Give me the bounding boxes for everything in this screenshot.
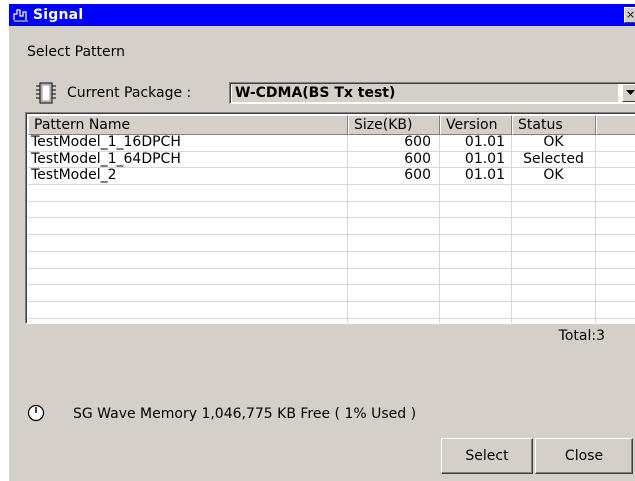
cell-size	[348, 251, 440, 269]
cell-status	[512, 185, 596, 202]
cell-size	[348, 201, 440, 219]
column-header-pattern-name[interactable]: Pattern Name	[28, 115, 348, 135]
column-header-version[interactable]: Version	[440, 115, 512, 135]
cell-pattern-name	[28, 218, 348, 236]
cell-version	[440, 268, 512, 286]
chevron-down-icon	[626, 90, 635, 95]
cell-version: 01.01	[440, 151, 512, 169]
cell-size	[348, 218, 440, 236]
cell-filler	[596, 285, 635, 302]
cell-filler	[596, 319, 635, 323]
package-row: Current Package : W-CDMA(BS Tx test)	[33, 80, 635, 106]
table-row[interactable]: TestModel_1_64DPCH 600 01.01 Selected	[28, 151, 635, 169]
cell-status: OK	[512, 135, 596, 152]
cell-status	[512, 251, 596, 269]
cell-status	[512, 285, 596, 302]
package-chip-icon	[35, 80, 57, 106]
clock-icon	[27, 404, 45, 422]
cell-pattern-name	[28, 185, 348, 202]
cell-version	[440, 318, 512, 323]
window-title: Signal	[33, 7, 84, 23]
current-package-label: Current Package :	[67, 85, 192, 101]
table-row[interactable]	[28, 218, 635, 236]
cell-size	[348, 185, 440, 202]
package-dropdown-value: W-CDMA(BS Tx test)	[232, 84, 618, 102]
cell-filler	[596, 135, 635, 152]
pattern-table[interactable]: Pattern Name Size(KB) Version Status Tes…	[25, 112, 635, 324]
cell-version	[440, 201, 512, 219]
cell-filler	[596, 252, 635, 269]
cell-size	[348, 301, 440, 319]
cell-status	[512, 268, 596, 286]
cell-size: 600	[348, 151, 440, 169]
table-row[interactable]	[28, 285, 635, 302]
cell-filler	[596, 202, 635, 219]
cell-size: 600	[348, 135, 440, 152]
table-row[interactable]	[28, 185, 635, 202]
cell-pattern-name	[28, 318, 348, 323]
cell-version: 01.01	[440, 168, 512, 186]
cell-status: OK	[512, 168, 596, 186]
cell-status: Selected	[512, 151, 596, 169]
cell-pattern-name	[28, 268, 348, 286]
cell-status	[512, 235, 596, 252]
cell-status	[512, 218, 596, 236]
signal-window: Signal × Select Pattern Current Package …	[8, 4, 635, 481]
cell-version: 01.01	[440, 135, 512, 152]
cell-status	[512, 201, 596, 219]
table-body: TestModel_1_16DPCH 600 01.01 OK TestModel_1_…	[28, 135, 635, 323]
section-label: Select Pattern	[27, 44, 126, 60]
cell-status	[512, 318, 596, 323]
table-row[interactable]	[28, 318, 635, 323]
cell-version	[440, 285, 512, 302]
cell-filler	[596, 218, 635, 236]
cell-size	[348, 285, 440, 302]
cell-pattern-name	[28, 251, 348, 269]
cell-filler	[596, 168, 635, 186]
cell-filler	[596, 185, 635, 202]
column-header-status[interactable]: Status	[512, 115, 596, 135]
table-row[interactable]	[28, 268, 635, 286]
table-row[interactable]: TestModel_1_16DPCH 600 01.01 OK	[28, 135, 635, 152]
title-bar[interactable]: Signal ×	[9, 4, 635, 26]
package-dropdown[interactable]: W-CDMA(BS Tx test)	[229, 82, 635, 104]
memory-status-text: SG Wave Memory 1,046,775 KB Free ( 1% Us…	[73, 406, 417, 422]
app-signal-icon	[13, 8, 29, 22]
table-row[interactable]	[28, 235, 635, 252]
cell-size	[348, 235, 440, 252]
cell-filler	[596, 269, 635, 286]
table-row[interactable]	[28, 301, 635, 319]
table-row[interactable]: TestModel_2 600 01.01 OK	[28, 168, 635, 186]
cell-size	[348, 268, 440, 286]
cell-version	[440, 185, 512, 202]
window-close-button[interactable]: ×	[624, 7, 635, 23]
select-button[interactable]: Select	[441, 438, 533, 474]
total-count: Total:3	[558, 328, 605, 344]
column-header-size[interactable]: Size(KB)	[348, 115, 440, 135]
cell-status	[512, 301, 596, 319]
cell-filler	[596, 302, 635, 319]
cell-version	[440, 235, 512, 252]
cell-pattern-name: TestModel_2	[28, 168, 348, 186]
cell-pattern-name: TestModel_1_16DPCH	[28, 135, 348, 152]
cell-version	[440, 218, 512, 236]
cell-pattern-name	[28, 285, 348, 302]
cell-pattern-name	[28, 301, 348, 319]
cell-filler	[596, 152, 635, 169]
table-header: Pattern Name Size(KB) Version Status	[28, 115, 635, 135]
package-dropdown-button[interactable]	[622, 84, 635, 102]
cell-size: 600	[348, 168, 440, 186]
cell-pattern-name: TestModel_1_64DPCH	[28, 151, 348, 169]
cell-version	[440, 251, 512, 269]
cell-pattern-name	[28, 235, 348, 252]
cell-pattern-name	[28, 201, 348, 219]
cell-filler	[596, 235, 635, 252]
table-row[interactable]	[28, 251, 635, 269]
cell-version	[440, 301, 512, 319]
cell-size	[348, 318, 440, 323]
column-header-filler	[596, 115, 635, 135]
close-button[interactable]: Close	[535, 438, 633, 474]
table-row[interactable]	[28, 201, 635, 219]
